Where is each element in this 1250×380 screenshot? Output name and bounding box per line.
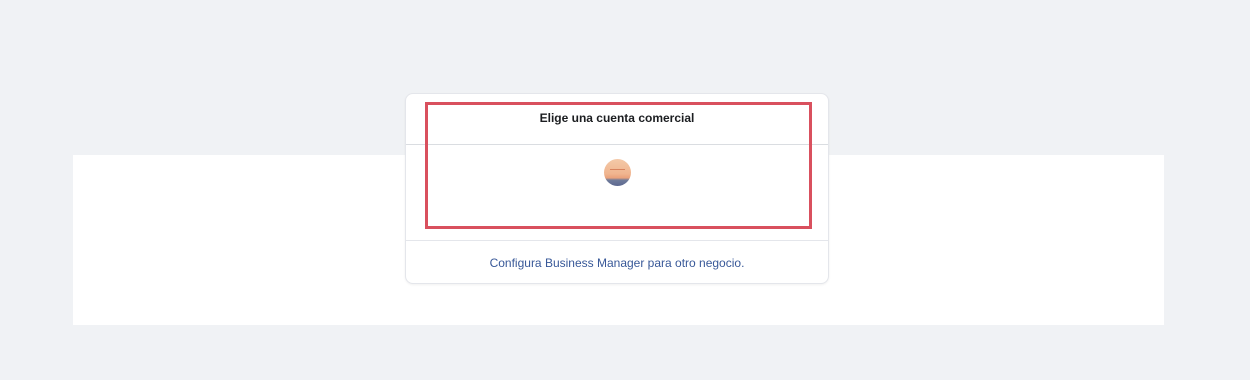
avatar-detail bbox=[610, 169, 625, 170]
card-title: Elige una cuenta comercial bbox=[539, 111, 695, 125]
divider bbox=[406, 240, 828, 241]
business-account-selector-card: Elige una cuenta comercial Configura Bus… bbox=[405, 93, 829, 284]
business-account-avatar[interactable] bbox=[604, 159, 631, 186]
divider bbox=[406, 144, 828, 145]
setup-business-manager-link[interactable]: Configura Business Manager para otro neg… bbox=[406, 256, 828, 270]
